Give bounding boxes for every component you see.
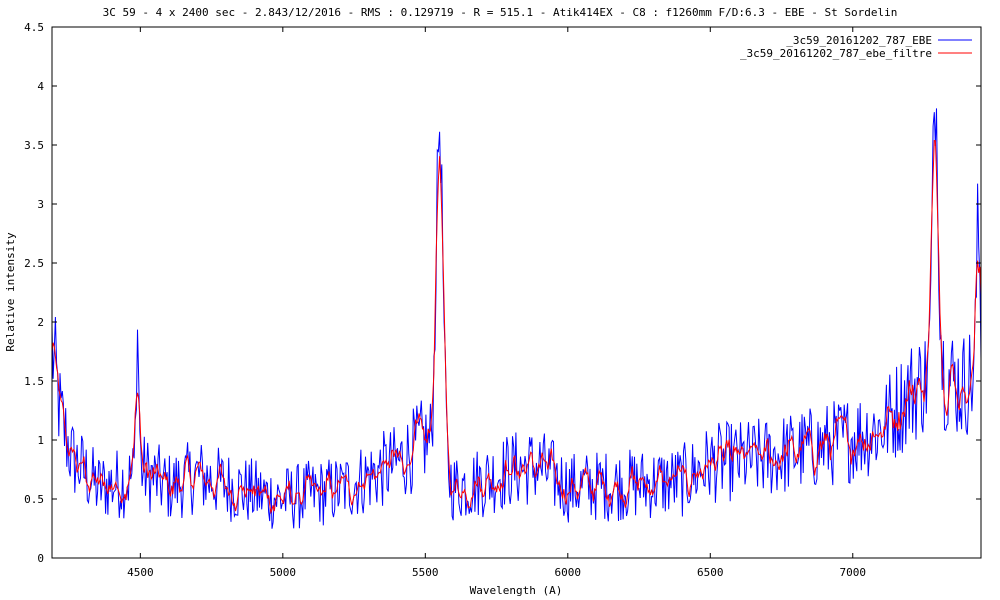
y-tick-label: 2.5 bbox=[24, 257, 44, 270]
plot-series-group bbox=[51, 108, 982, 529]
series-line-raw bbox=[51, 108, 982, 529]
x-tick-label: 4500 bbox=[127, 566, 154, 579]
y-tick-label: 4 bbox=[37, 80, 44, 93]
legend-label: _3c59_20161202_787_ebe_filtre bbox=[740, 47, 932, 60]
y-tick-label: 3.5 bbox=[24, 139, 44, 152]
y-tick-label: 0.5 bbox=[24, 493, 44, 506]
x-tick-label: 5000 bbox=[270, 566, 297, 579]
y-tick-label: 0 bbox=[37, 552, 44, 565]
y-axis-label: Relative intensity bbox=[4, 232, 17, 352]
x-tick-label: 6500 bbox=[697, 566, 724, 579]
x-tick-label: 7000 bbox=[840, 566, 867, 579]
y-tick-label: 3 bbox=[37, 198, 44, 211]
spectrum-chart: 3C 59 - 4 x 2400 sec - 2.843/12/2016 - R… bbox=[4, 6, 982, 597]
x-tick-label: 5500 bbox=[412, 566, 439, 579]
x-axis-label: Wavelength (A) bbox=[470, 584, 563, 597]
chart-legend: _3c59_20161202_787_EBE_3c59_20161202_787… bbox=[740, 34, 972, 60]
legend-label: _3c59_20161202_787_EBE bbox=[786, 34, 932, 47]
y-tick-label: 4.5 bbox=[24, 21, 44, 34]
chart-title: 3C 59 - 4 x 2400 sec - 2.843/12/2016 - R… bbox=[103, 6, 898, 19]
y-tick-label: 2 bbox=[37, 316, 44, 329]
y-tick-label: 1 bbox=[37, 434, 44, 447]
y-tick-label: 1.5 bbox=[24, 375, 44, 388]
x-tick-label: 6000 bbox=[555, 566, 582, 579]
